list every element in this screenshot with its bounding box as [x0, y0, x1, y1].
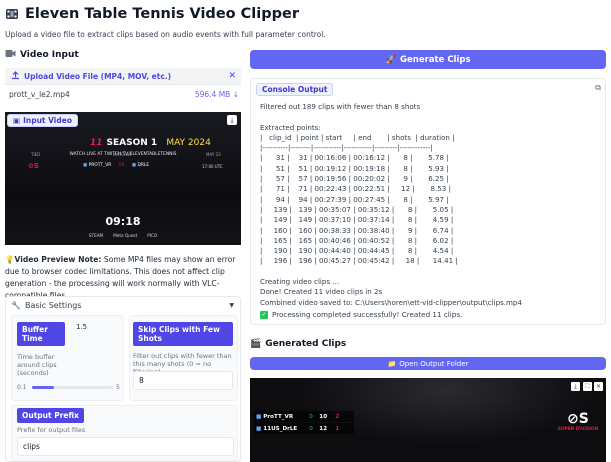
console-line: | 51 | 51 | 00:19:12 | 00:19:18 | 8 | 5.… [260, 163, 449, 173]
file-size-download[interactable]: 596.4 MB ↓ [195, 90, 239, 99]
sponsor-meta: Meta Quest [113, 233, 138, 238]
console-line: Done! Created 11 video clips in 2s [260, 287, 383, 297]
output-prefix-block: Output Prefix Prefix for output files cl… [11, 405, 238, 461]
output-prefix-label: Output Prefix [17, 408, 84, 423]
console-line: Extracted points: [260, 122, 321, 132]
sponsor-steam: STEAM [88, 233, 104, 238]
buffer-min: 0.1 [17, 384, 27, 391]
rocket-icon: 🚀 [385, 54, 397, 65]
upload-file-bar[interactable]: Upload Video File (MP4, MOV, etc.) ✕ [5, 68, 241, 85]
console-line: Combined video saved to: C:\Users\horen\… [260, 297, 522, 307]
output-prefix-desc: Prefix for output files [17, 426, 86, 434]
console-line: | clip_id | point | start | end | shots … [260, 132, 455, 142]
countdown-clock: 09:18 [105, 215, 141, 228]
console-line: |----------|--------|-----------|-------… [260, 143, 433, 153]
console-line: | 196 | 196 | 00:45:27 | 00:45:42 | 18 |… [260, 256, 458, 266]
output-prefix-input[interactable]: clips [17, 437, 234, 456]
collapse-triangle-icon[interactable]: ▼ [229, 302, 234, 309]
buffer-desc: Time buffer around clips (seconds) [17, 353, 57, 377]
film-icon [5, 7, 19, 21]
upload-icon [11, 70, 20, 82]
basic-settings-header[interactable]: 🔧 Basic Settings [11, 301, 82, 310]
scoreboard: ■ ProTT_VR 0 10 2 ■ 11US_DrLE 0 12 1 [254, 411, 354, 434]
console-log: Filtered out 189 clips with fewer than 8… [260, 102, 600, 318]
copy-icon[interactable]: ⧉ [595, 83, 601, 93]
scoreboard-row-2: ■ 11US_DrLE 0 12 1 [254, 423, 354, 434]
skip-clips-label: Skip Clips with Few Shots [133, 322, 233, 346]
console-line: | 139 | 139 | 00:35:07 | 00:35:12 | 8 | … [260, 204, 454, 214]
match-time: 17:00 UTC [202, 164, 223, 169]
console-line: | 149 | 149 | 00:37:10 | 00:37:14 | 8 | … [260, 215, 454, 225]
buffer-time-label: Buffer Time [17, 322, 65, 346]
generate-clips-button[interactable]: 🚀 Generate Clips [250, 50, 606, 69]
app-title: Eleven Table Tennis Video Clipper [25, 6, 299, 22]
matchup-line: ■ PROTT_VR VS ■ DRLE [83, 163, 150, 168]
skip-clips-block: Skip Clips with Few Shots Filter out cli… [129, 315, 238, 401]
buffer-max: 5 [116, 384, 120, 391]
console-line: | 31 | 31 | 00:16:06 | 00:16:12 | 8 | 5.… [260, 153, 449, 163]
video-preview-note: 💡Video Preview Note: Some MP4 files may … [5, 255, 236, 300]
eleven-logo-icon: 11 [90, 138, 103, 148]
video-camera-icon [5, 49, 16, 61]
console-line: | 71 | 71 | 00:22:43 | 00:22:51 | 12 | 8… [260, 184, 451, 194]
super-division-logo: ⊘S SUPER DIVISION [555, 411, 601, 432]
console-output-panel: Console Output ⧉ Filtered out 189 clips … [250, 78, 606, 325]
video-icon: ▣ [13, 116, 21, 125]
buffer-slider-fill [32, 386, 55, 389]
clapperboard-icon: 🎬 [250, 339, 262, 349]
console-line: Creating video clips ... [260, 277, 340, 287]
season-banner: 11 SEASON 1 MAY 2024 [90, 138, 211, 148]
console-line: | 165 | 165 | 00:40:46 | 00:40:52 | 8 | … [260, 235, 454, 245]
uploaded-file-row: prott_v_le2.mp4 596.4 MB ↓ [9, 90, 239, 99]
close-clip-icon[interactable]: ✕ [594, 382, 603, 391]
folder-icon: 📁 [387, 359, 397, 368]
console-line: | 57 | 57 | 00:19:56 | 00:20:02 | 9 | 6.… [260, 174, 449, 184]
check-icon: ✓ [260, 310, 268, 319]
buffer-slider-track[interactable] [32, 386, 112, 389]
skip-clips-input[interactable]: 8 [133, 371, 233, 390]
input-video-player[interactable]: 11 SEASON 1 MAY 2024 WATCH LIVE AT TWITCH… [5, 112, 241, 245]
console-line: | 94 | 94 | 00:27:39 | 00:27:45 | 8 | 5.… [260, 194, 449, 204]
basic-settings-panel: 🔧 Basic Settings ▼ Buffer Time 1.5 Time b… [5, 296, 241, 462]
app-subtitle: Upload a video file to extract clips bas… [5, 30, 326, 39]
buffer-value[interactable]: 1.5 [76, 323, 87, 331]
generated-clip-player[interactable]: ⤓ ⛶ ✕ ■ ProTT_VR 0 10 2 ■ 11US_DrLE 0 12… [250, 378, 606, 462]
open-output-folder-button[interactable]: 📁 Open Output Folder [250, 357, 606, 370]
input-video-label: ▣ Input Video [7, 114, 78, 127]
generated-clips-heading: 🎬 Generated Clips [250, 339, 347, 349]
sponsor-pico: PICO [147, 233, 158, 238]
clear-upload-close-icon[interactable]: ✕ [228, 71, 236, 81]
col-date: MAY 23 [206, 152, 221, 157]
scoreboard-row-1: ■ ProTT_VR 0 10 2 [254, 411, 354, 422]
video-input-heading: Video Input [5, 49, 79, 61]
file-name: prott_v_le2.mp4 [9, 90, 70, 99]
wrench-icon: 🔧 [11, 301, 21, 310]
console-line: Filtered out 189 clips with fewer than 8… [260, 102, 421, 111]
buffer-time-block: Buffer Time 1.5 Time buffer around clips… [11, 315, 124, 401]
upload-video-link[interactable]: Upload Video File (MP4, MOV, etc.) [24, 72, 171, 81]
col-matchup: MATCHUP [113, 152, 133, 157]
console-line: | 190 | 190 | 00:44:40 | 00:44:45 | 8 | … [260, 246, 454, 256]
download-clip-icon[interactable]: ⤓ [571, 382, 580, 391]
sponsor-row: STEAM Meta Quest PICO [5, 233, 241, 238]
fullscreen-icon[interactable]: ⛶ [583, 382, 592, 391]
os-brand-icon: ⊘S [567, 411, 589, 427]
console-line: | 160 | 160 | 00:38:33 | 00:38:40 | 9 | … [260, 225, 454, 235]
os-logo-icon: ⊘S [28, 162, 39, 170]
success-message: ✓ Processing completed successfully! Cre… [260, 310, 463, 319]
console-output-label: Console Output [256, 83, 334, 96]
col-tied: TIED [31, 152, 41, 157]
download-video-icon[interactable]: ⤓ [227, 115, 237, 125]
